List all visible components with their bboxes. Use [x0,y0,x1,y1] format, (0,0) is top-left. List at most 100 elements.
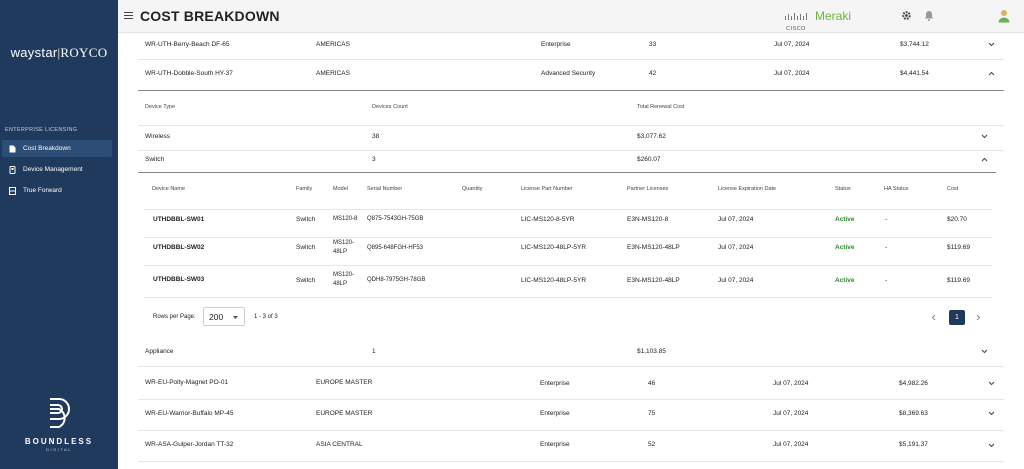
site-count: 42 [649,70,657,77]
device-license-pn: LIC-MS120-48LP-5YR [521,277,587,284]
device-type-row-expanded[interactable]: Switch 3 $260.07 [138,156,1002,168]
divider [138,125,1004,126]
chevron-left-icon[interactable] [931,314,936,321]
chevron-down-icon[interactable] [988,42,995,47]
divider [138,172,996,173]
device-partner: E3N-MS120-8 [627,216,669,223]
device-cost: $3,077.62 [637,133,666,140]
pagination-bar: Rows per Page: 200 1 - 3 of 3 1 [138,307,1002,327]
device-type-row[interactable]: Appliance 1 $1,103.85 [138,348,1002,360]
col-devices-count: Devices Count [372,104,408,110]
device-family: Switch [296,244,316,251]
page-title: COST BREAKDOWN [140,8,280,24]
brand-logo: waystar|ROYCO [10,45,108,60]
document-icon [9,145,16,152]
col-device-type: Device Type [145,104,176,110]
chevron-down-icon[interactable] [988,411,995,416]
menu-icon[interactable] [124,12,133,21]
device-type-header: Device Type Devices Count Total Renewal … [138,104,1002,114]
site-row[interactable]: WR-EU-Warrior-Buffalo MP-45 EUROPE MASTE… [138,410,1002,422]
site-name: WR-ASA-Gulper-Jordan TT-32 [145,441,234,448]
chevron-up-icon[interactable] [988,71,995,76]
chevron-right-icon[interactable] [976,314,981,321]
site-row[interactable]: WR-EU-Polty-Magnet PO-01 EUROPE MASTER E… [138,379,1002,391]
site-cost: $5,191.37 [899,441,928,448]
sidebar-item-label: True Forward [23,187,62,194]
site-count: 33 [649,41,657,48]
site-date: Jul 07, 2024 [774,41,810,48]
site-date: Jul 07, 2024 [773,410,809,417]
col-device-name: Device Name [152,186,186,192]
divider [144,237,992,238]
ha-status: - [885,244,888,251]
col-partner-licenses: Partner Licenses [627,186,669,192]
chevron-down-icon[interactable] [981,134,988,139]
table-row[interactable]: UTHDBBL-SW01 Switch MS120-8 Q875-7543GH-… [138,216,1002,228]
sidebar-item-cost-breakdown[interactable]: Cost Breakdown [2,140,112,157]
sidebar-item-true-forward[interactable]: True Forward [2,182,112,199]
site-date: Jul 07, 2024 [774,70,810,77]
col-quantity: Quantity [462,186,483,192]
chevron-up-icon[interactable] [981,157,988,162]
col-status: Status [835,186,851,192]
chevron-down-icon[interactable] [988,443,995,448]
device-cost: $20.70 [947,216,967,223]
device-type-row[interactable]: Wireless 38 $3,077.62 [138,133,1002,145]
divider [144,209,992,210]
device-type: Switch [145,156,165,163]
page-range: 1 - 3 of 3 [254,314,278,320]
ha-status: - [885,277,888,284]
sidebar-item-device-management[interactable]: Device Management [2,161,112,178]
site-date: Jul 07, 2024 [773,380,809,387]
cisco-wordmark: CISCO [786,26,806,32]
col-family: Family [296,186,313,192]
top-header: COST BREAKDOWN CISCO Meraki [118,0,1024,33]
device-serial: Q875-7543GH-75GB [367,216,424,222]
col-expiration: License Expiration Date [718,186,777,192]
device-family: Switch [296,277,316,284]
site-row[interactable]: WR-ASA-Gulper-Jordan TT-32 ASIA CENTRAL … [138,441,1002,453]
gear-icon[interactable] [901,10,912,21]
section-label: ENTERPRISE LICENSING [5,127,78,133]
device-expiration: Jul 07, 2024 [718,216,754,223]
device-name: UTHDBBL-SW03 [153,276,205,283]
site-name: WR-EU-Warrior-Buffalo MP-45 [145,410,234,417]
divider [144,297,992,298]
table-row[interactable]: UTHDBBL-SW02 Switch MS120- 48LP Q895-648… [138,240,1002,261]
chevron-down-icon[interactable] [988,381,995,386]
site-name: WR-UTH-Dobble-South HY-37 [145,70,233,77]
table-row[interactable]: UTHDBBL-SW03 Switch MS120- 48LP QDH8-797… [138,272,1002,293]
device-type: Wireless [145,133,170,140]
cisco-logo: CISCO [782,7,810,32]
col-license-part-number: License Part Number [521,186,573,192]
rows-per-page-select[interactable]: 200 [203,307,245,326]
device-model-cont: 48LP [333,281,348,287]
footer-title: BOUNDLESS [24,437,94,446]
site-date: Jul 07, 2024 [773,441,809,448]
bell-icon[interactable] [924,10,934,21]
device-model: MS120-8 [333,216,358,222]
site-license: Enterprise [541,41,571,48]
col-serial: Serial Number [367,186,403,192]
divider [138,366,1004,367]
site-region: EUROPE MASTER [316,410,373,417]
site-row[interactable]: WR-UTH-Berry-Beach DF-65 AMERICAS Enterp… [138,41,1002,53]
device-model: MS120- [333,272,355,278]
cost-breakdown-content: WR-UTH-Berry-Beach DF-65 AMERICAS Enterp… [118,33,1024,469]
site-license: Enterprise [540,410,570,417]
chevron-down-icon[interactable] [981,349,988,354]
rows-per-page-label: Rows per Page: [153,314,196,320]
col-cost: Cost [947,186,959,192]
site-count: 46 [648,380,656,387]
device-model: MS120- [333,240,355,246]
boundless-logo-icon [0,397,118,434]
divider [138,90,1004,91]
site-cost: $4,982.26 [899,380,928,387]
site-name: WR-UTH-Berry-Beach DF-65 [145,41,230,48]
site-region: EUROPE MASTER [316,379,373,386]
site-row-expanded[interactable]: WR-UTH-Dobble-South HY-37 AMERICAS Advan… [138,70,1002,82]
device-icon [9,165,16,174]
page-button-active[interactable]: 1 [949,310,965,325]
site-cost: $8,369.63 [899,410,928,417]
avatar-icon[interactable] [998,9,1010,23]
